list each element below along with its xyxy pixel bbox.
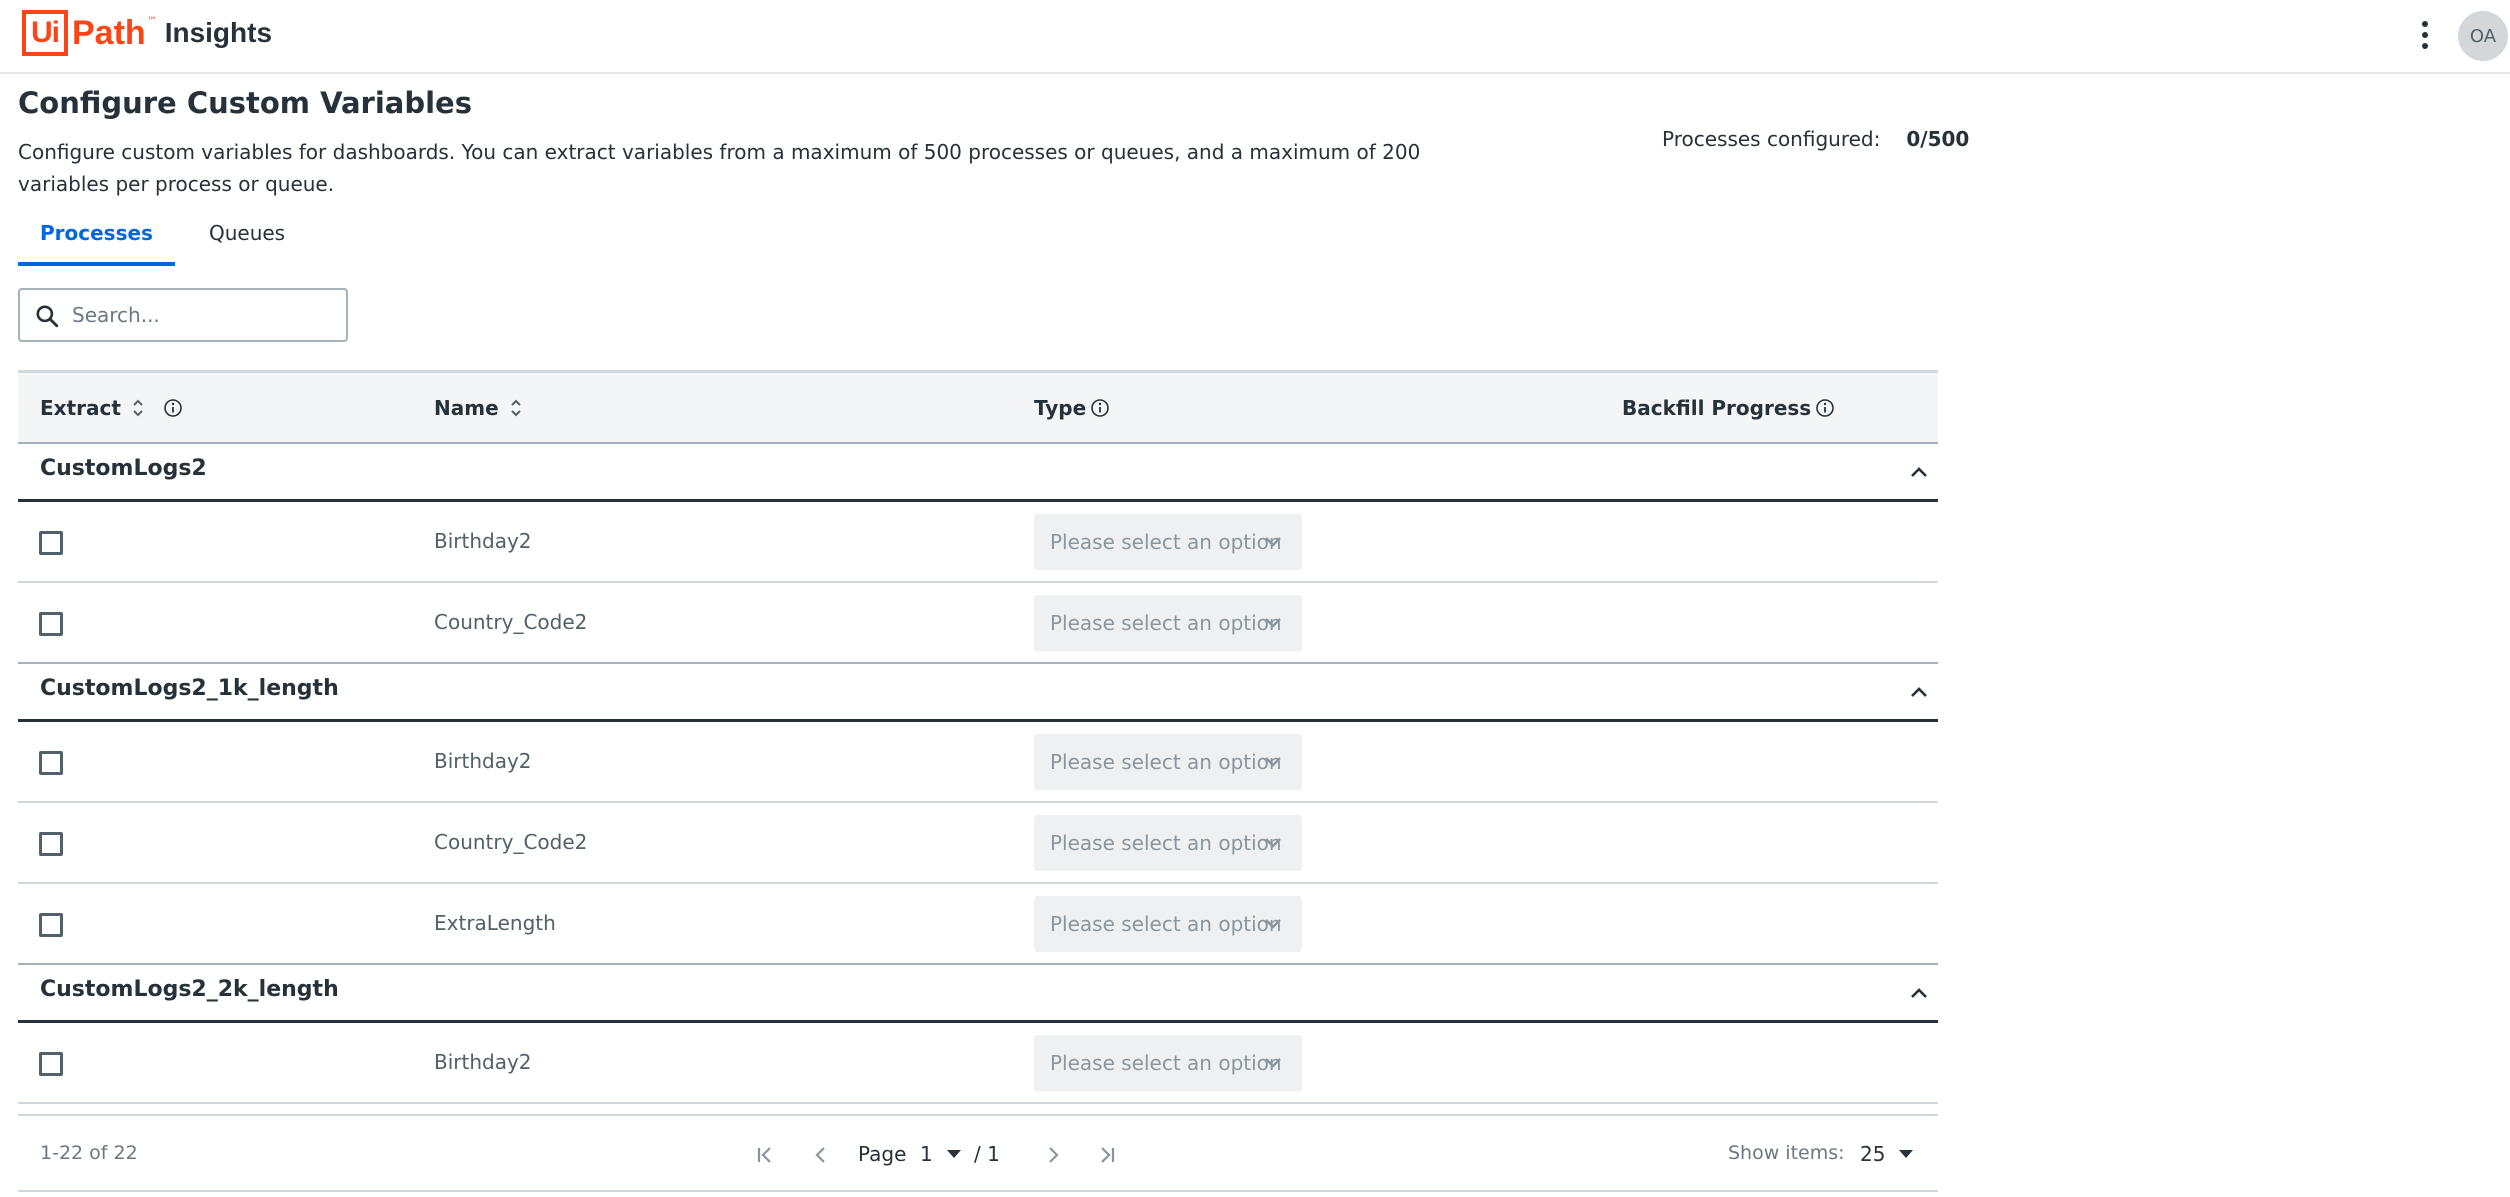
tab-bar: Processes Queues [18, 212, 307, 266]
page-total: / 1 [974, 1142, 1000, 1166]
page-title: Configure Custom Variables [18, 86, 472, 120]
table-row: Birthday2 Please select an option [18, 722, 1938, 803]
type-select[interactable]: Please select an option [1034, 734, 1302, 790]
logo-trademark: ™ [146, 16, 157, 27]
group-name: CustomLogs2_1k_length [40, 676, 339, 701]
page-description: Configure custom variables for dashboard… [18, 140, 1421, 196]
tab-queues[interactable]: Queues [175, 212, 307, 266]
show-items-select[interactable]: 25 [1860, 1138, 1914, 1170]
page-select-value: 1 [920, 1142, 933, 1166]
variable-name: Country_Code2 [434, 830, 588, 854]
top-bar: Ui Path ™ Insights OA [0, 0, 2510, 74]
processes-configured-label: Processes configured: [1662, 127, 1881, 151]
extract-checkbox[interactable] [39, 751, 63, 775]
chevron-down-icon [1265, 757, 1281, 767]
caret-down-icon [946, 1150, 961, 1158]
variable-name: Birthday2 [434, 749, 532, 773]
type-select-value: Please select an option [1050, 530, 1282, 554]
extract-checkbox[interactable] [39, 832, 63, 856]
group-row: CustomLogs2_1k_length [18, 664, 1938, 722]
sort-icon[interactable] [509, 397, 523, 419]
variable-name: Birthday2 [434, 1050, 532, 1074]
user-avatar[interactable]: OA [2458, 11, 2508, 61]
chevron-down-icon [1265, 838, 1281, 848]
info-icon[interactable] [1090, 398, 1110, 418]
chevron-down-icon [1265, 537, 1281, 547]
group-row: CustomLogs2 [18, 444, 1938, 502]
table-row: Country_Code2 Please select an option [18, 803, 1938, 884]
pagination-bar: 1-22 of 22 Page 1 / 1 Show items: 25 [18, 1114, 1938, 1192]
show-items-value: 25 [1860, 1142, 1886, 1166]
info-icon[interactable] [163, 398, 183, 418]
previous-page-icon[interactable] [806, 1140, 836, 1170]
chevron-up-icon[interactable] [1908, 682, 1930, 704]
logo-path-text: Path [72, 13, 146, 52]
group-name: CustomLogs2 [40, 456, 207, 481]
last-page-icon[interactable] [1092, 1140, 1122, 1170]
table-row: ExtraLength Please select an option [18, 884, 1938, 965]
type-select[interactable]: Please select an option [1034, 815, 1302, 871]
variable-name: Birthday2 [434, 529, 532, 553]
type-select[interactable]: Please select an option [1034, 595, 1302, 651]
logo-ui-mark: Ui [22, 10, 68, 56]
table-row: Birthday2 Please select an option [18, 502, 1938, 583]
table-header: Extract Name Type Backfill Progress [18, 370, 1938, 444]
next-page-icon[interactable] [1038, 1140, 1068, 1170]
caret-down-icon [1899, 1150, 1914, 1158]
group-name: CustomLogs2_2k_length [40, 977, 339, 1002]
column-name-label: Name [434, 396, 499, 420]
uipath-logo[interactable]: Ui Path ™ Insights [22, 10, 272, 56]
search-box [18, 288, 348, 342]
type-select-value: Please select an option [1050, 1051, 1282, 1075]
page-select[interactable]: 1 [920, 1138, 961, 1170]
type-select-value: Please select an option [1050, 611, 1282, 635]
type-select-value: Please select an option [1050, 831, 1282, 855]
variable-name: Country_Code2 [434, 610, 588, 634]
first-page-icon[interactable] [750, 1140, 780, 1170]
show-items-label: Show items: [1728, 1142, 1845, 1164]
type-select[interactable]: Please select an option [1034, 1035, 1302, 1091]
column-extract[interactable]: Extract [40, 373, 183, 443]
column-type-label: Type [1034, 396, 1087, 420]
type-select[interactable]: Please select an option [1034, 514, 1302, 570]
search-icon [36, 305, 59, 328]
extract-checkbox[interactable] [39, 612, 63, 636]
processes-configured-value: 0/500 [1906, 127, 1970, 151]
extract-checkbox[interactable] [39, 531, 63, 555]
column-backfill-label: Backfill Progress [1622, 396, 1812, 420]
processes-configured: Processes configured: 0/500 [1662, 127, 1969, 151]
tab-processes[interactable]: Processes [18, 212, 175, 266]
product-name: Insights [164, 17, 273, 48]
variables-table: Extract Name Type Backfill Progress Cust… [18, 370, 1938, 1104]
extract-checkbox[interactable] [39, 1052, 63, 1076]
extract-checkbox[interactable] [39, 913, 63, 937]
chevron-down-icon [1265, 1058, 1281, 1068]
sort-icon[interactable] [131, 397, 145, 419]
variable-name: ExtraLength [434, 911, 556, 935]
group-row: CustomLogs2_2k_length [18, 965, 1938, 1023]
info-icon[interactable] [1815, 398, 1835, 418]
chevron-down-icon [1265, 618, 1281, 628]
column-name[interactable]: Name [434, 373, 523, 443]
search-input[interactable] [72, 300, 332, 330]
type-select-value: Please select an option [1050, 912, 1282, 936]
page-label: Page [858, 1142, 907, 1166]
chevron-down-icon [1265, 919, 1281, 929]
table-row: Birthday2 Please select an option [18, 1023, 1938, 1104]
column-type: Type [1034, 373, 1110, 443]
more-options-icon[interactable] [2412, 16, 2438, 54]
column-extract-label: Extract [40, 396, 121, 420]
column-backfill-progress: Backfill Progress [1622, 373, 1835, 443]
type-select-value: Please select an option [1050, 750, 1282, 774]
chevron-up-icon[interactable] [1908, 462, 1930, 484]
items-range: 1-22 of 22 [40, 1142, 138, 1164]
type-select[interactable]: Please select an option [1034, 896, 1302, 952]
table-row: Country_Code2 Please select an option [18, 583, 1938, 664]
chevron-up-icon[interactable] [1908, 983, 1930, 1005]
